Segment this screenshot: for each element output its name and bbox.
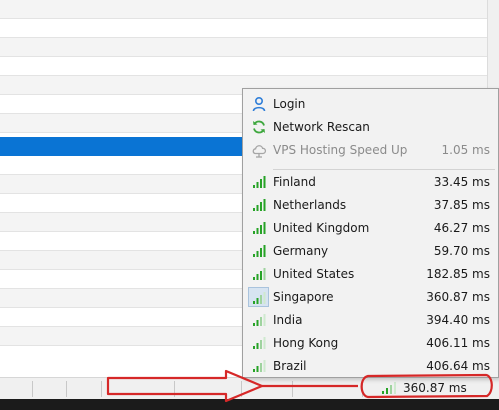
server-latency: 33.45 ms xyxy=(433,175,490,189)
server-latency: 406.11 ms xyxy=(426,336,490,350)
menu-item-server-germany[interactable]: Germany 59.70 ms xyxy=(246,240,496,262)
server-latency: 46.27 ms xyxy=(433,221,490,235)
server-name: Netherlands xyxy=(273,198,347,212)
menu-item-server-india[interactable]: India 394.40 ms xyxy=(246,309,496,331)
menu-item-latency: 1.05 ms xyxy=(441,143,490,157)
menu-item-login[interactable]: Login xyxy=(246,93,496,115)
server-name: Hong Kong xyxy=(273,336,339,350)
signal-icon xyxy=(382,382,396,394)
status-divider xyxy=(66,381,67,397)
server-latency: 360.87 ms xyxy=(426,290,490,304)
menu-item-server-netherlands[interactable]: Netherlands 37.85 ms xyxy=(246,194,496,216)
server-name: Brazil xyxy=(273,359,307,373)
status-divider xyxy=(174,381,175,397)
cloud-icon xyxy=(251,142,267,158)
signal-icon xyxy=(251,220,267,236)
list-row[interactable] xyxy=(0,38,499,57)
status-divider xyxy=(362,381,363,397)
server-latency: 182.85 ms xyxy=(426,267,490,281)
server-latency: 59.70 ms xyxy=(433,244,490,258)
status-divider xyxy=(101,381,102,397)
signal-icon xyxy=(251,335,267,351)
server-name: United States xyxy=(273,267,355,281)
status-divider xyxy=(32,381,33,397)
menu-item-label: Network Rescan xyxy=(273,120,370,134)
menu-item-label: Login xyxy=(273,97,306,111)
server-name: Singapore xyxy=(273,290,334,304)
server-latency: 394.40 ms xyxy=(426,313,490,327)
user-icon xyxy=(251,96,267,112)
refresh-icon xyxy=(251,119,267,135)
server-latency: 37.85 ms xyxy=(433,198,490,212)
context-menu: Login Network Rescan VPS Hosting Speed U… xyxy=(242,88,499,378)
signal-icon xyxy=(251,358,267,374)
taskbar xyxy=(0,399,499,410)
signal-icon xyxy=(251,197,267,213)
server-name: India xyxy=(273,313,303,327)
list-row[interactable] xyxy=(0,57,499,76)
status-speed-value: 360.87 ms xyxy=(403,381,467,395)
menu-item-server-brazil[interactable]: Brazil 406.64 ms xyxy=(246,355,496,377)
menu-item-server-hong-kong[interactable]: Hong Kong 406.11 ms xyxy=(246,332,496,354)
signal-icon xyxy=(248,287,269,307)
menu-item-server-singapore[interactable]: Singapore 360.87 ms xyxy=(246,286,496,308)
status-divider xyxy=(241,381,242,397)
signal-icon xyxy=(251,266,267,282)
signal-icon xyxy=(251,312,267,328)
status-divider xyxy=(292,381,293,397)
menu-item-network-rescan[interactable]: Network Rescan xyxy=(246,116,496,138)
signal-icon xyxy=(251,174,267,190)
signal-icon xyxy=(251,243,267,259)
menu-item-server-finland[interactable]: Finland 33.45 ms xyxy=(246,171,496,193)
list-row[interactable] xyxy=(0,19,499,38)
menu-item-vps-hosting-speed-up[interactable]: VPS Hosting Speed Up 1.05 ms xyxy=(246,139,496,161)
server-latency: 406.64 ms xyxy=(426,359,490,373)
menu-item-server-united-kingdom[interactable]: United Kingdom 46.27 ms xyxy=(246,217,496,239)
list-row[interactable] xyxy=(0,0,499,19)
server-name: United Kingdom xyxy=(273,221,370,235)
menu-item-server-united-states[interactable]: United States 182.85 ms xyxy=(246,263,496,285)
server-name: Finland xyxy=(273,175,316,189)
menu-separator xyxy=(273,169,495,170)
menu-item-label: VPS Hosting Speed Up xyxy=(273,143,408,157)
server-name: Germany xyxy=(273,244,329,258)
